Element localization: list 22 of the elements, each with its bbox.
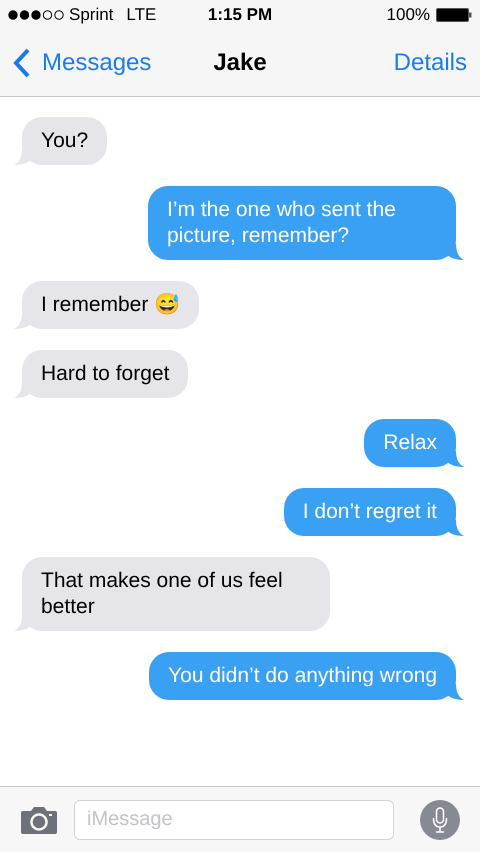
signal-icon	[8, 10, 64, 20]
back-button[interactable]: Messages	[12, 45, 152, 81]
bubble-tail	[446, 451, 464, 467]
bubble-tail	[14, 615, 32, 631]
contact-name: Jake	[213, 48, 267, 78]
chevron-left-icon	[12, 47, 32, 79]
bubble-tail	[14, 313, 32, 329]
camera-icon[interactable]	[20, 806, 58, 834]
network-label: LTE	[126, 4, 156, 26]
battery-icon	[436, 8, 472, 22]
bubble-tail	[14, 149, 32, 165]
details-button[interactable]: Details	[394, 45, 468, 81]
microphone-icon	[432, 806, 448, 832]
bubble-tail	[446, 520, 464, 536]
message-field[interactable]: iMessage	[74, 800, 394, 840]
bubble-tail	[446, 684, 464, 700]
bubble-tail	[14, 382, 32, 398]
battery-percent: 100%	[386, 4, 430, 26]
carrier-label: Sprint	[69, 4, 114, 26]
clock-time: 1:15 PM	[206, 4, 274, 26]
bubble-tail	[446, 244, 464, 260]
microphone-button[interactable]	[420, 800, 460, 840]
